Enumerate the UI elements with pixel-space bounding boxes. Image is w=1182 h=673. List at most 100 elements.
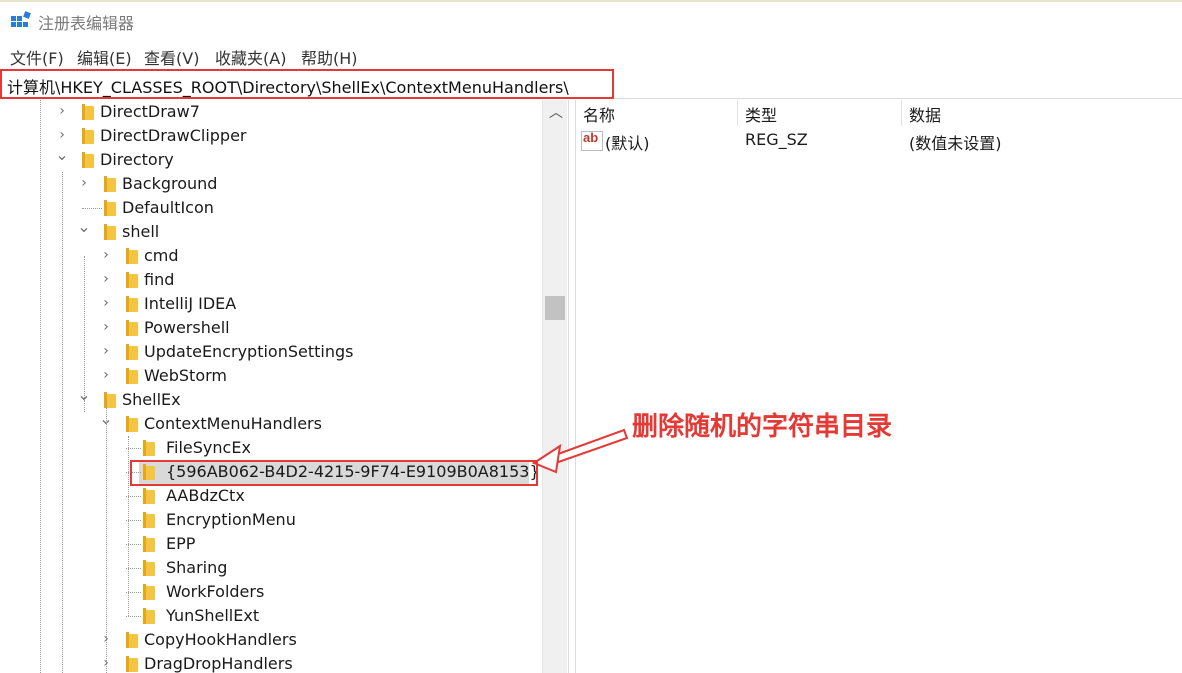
string-value-icon: ab (581, 130, 603, 151)
tree-item[interactable]: YunShellExt (0, 604, 542, 628)
tree-item-label: Directory (100, 150, 174, 169)
tree-item-label: EPP (166, 534, 196, 553)
tree-item-label: AABdzCtx (166, 486, 245, 505)
tree-item[interactable]: › Background (0, 172, 542, 196)
tree-item-label: Powershell (144, 318, 230, 337)
tree-scrollbar[interactable]: ︿ (542, 100, 567, 673)
folder-icon (104, 224, 117, 240)
folder-icon (126, 368, 139, 384)
tree-item[interactable]: › DirectDrawClipper (0, 124, 542, 148)
tree-item[interactable]: EncryptionMenu (0, 508, 542, 532)
address-separator (614, 98, 1182, 99)
tree-item-label: IntelliJ IDEA (144, 294, 237, 313)
folder-icon (126, 344, 139, 360)
tree-item-label: Sharing (166, 558, 228, 577)
selected-key-highlight (130, 460, 538, 486)
tree-item[interactable]: FileSyncEx (0, 436, 542, 460)
value-data: (数值未设置) (909, 134, 1002, 153)
tree-item[interactable]: WorkFolders (0, 580, 542, 604)
menu-help[interactable]: 帮助(H) (301, 45, 358, 69)
chevron-right-icon[interactable]: › (99, 319, 113, 335)
tree-guide-line (128, 436, 129, 616)
value-list[interactable]: 名称 类型 数据 ab (默认) REG_SZ (数值未设置) (575, 100, 1182, 673)
folder-icon (143, 440, 156, 456)
title-bar-top-line (0, 0, 1182, 2)
chevron-right-icon[interactable]: › (55, 103, 69, 119)
chevron-down-icon[interactable]: ⌄ (55, 147, 69, 163)
folder-icon (126, 416, 139, 432)
folder-icon (126, 320, 139, 336)
folder-icon (82, 128, 95, 144)
registry-key-tree[interactable]: › DirectDraw7 › DirectDrawClipper ⌄ Directory… (0, 100, 542, 673)
tree-connector (82, 208, 102, 209)
folder-icon (143, 584, 156, 600)
folder-icon (143, 608, 156, 624)
address-bar[interactable]: 计算机\HKEY_CLASSES_ROOT\Directory\ShellEx\… (0, 69, 614, 99)
column-data[interactable]: 数据 (909, 102, 941, 128)
tree-item[interactable]: ⌄ ContextMenuHandlers (0, 411, 542, 436)
tree-item-label: ShellEx (122, 390, 181, 409)
chevron-down-icon[interactable]: ⌄ (77, 219, 91, 235)
tree-guide-line (40, 100, 41, 673)
folder-icon (143, 536, 156, 552)
tree-item-label: YunShellExt (166, 606, 260, 625)
tree-item[interactable]: ⌄ Directory (0, 147, 542, 172)
column-type[interactable]: 类型 (745, 102, 777, 128)
tree-item[interactable]: Sharing (0, 556, 542, 580)
tree-item[interactable]: › find (0, 268, 542, 292)
tree-item[interactable]: ⌄ ShellEx (0, 387, 542, 412)
chevron-right-icon[interactable]: › (99, 247, 113, 263)
column-separator[interactable] (901, 100, 902, 126)
folder-icon (126, 296, 139, 312)
tree-item[interactable]: › CopyHookHandlers (0, 628, 542, 652)
chevron-right-icon[interactable]: › (55, 127, 69, 143)
tree-item[interactable]: › DirectDraw7 (0, 100, 542, 124)
menu-favorites[interactable]: 收藏夹(A) (215, 45, 286, 69)
folder-icon (104, 200, 117, 216)
folder-icon (126, 248, 139, 264)
tree-item-label: Background (122, 174, 218, 193)
tree-item[interactable]: › Powershell (0, 316, 542, 340)
menu-edit[interactable]: 编辑(E) (77, 45, 132, 69)
chevron-right-icon[interactable]: › (77, 175, 91, 191)
folder-icon (82, 104, 95, 120)
chevron-right-icon[interactable]: › (99, 271, 113, 287)
folder-icon (143, 488, 156, 504)
value-type: REG_SZ (745, 130, 808, 149)
tree-item-label: ContextMenuHandlers (144, 414, 322, 433)
registry-editor-icon (11, 11, 31, 27)
tree-guide-line (106, 400, 107, 673)
value-name: (默认) (605, 134, 650, 153)
tree-item[interactable]: AABdzCtx (0, 484, 542, 508)
tree-item[interactable]: › DragDropHandlers (0, 652, 542, 673)
column-separator[interactable] (737, 100, 738, 126)
tree-item[interactable]: ⌄ shell (0, 219, 542, 244)
tree-item-label: DefaultIcon (122, 198, 214, 217)
tree-item-label: FileSyncEx (166, 438, 251, 457)
tree-item[interactable]: EPP (0, 532, 542, 556)
menu-file[interactable]: 文件(F) (10, 45, 64, 69)
address-path: 计算机\HKEY_CLASSES_ROOT\Directory\ShellEx\… (7, 78, 569, 97)
folder-icon (126, 632, 139, 648)
chevron-right-icon[interactable]: › (99, 367, 113, 383)
tree-item-label: DirectDrawClipper (100, 126, 247, 145)
folder-icon (126, 272, 139, 288)
window-title: 注册表编辑器 (38, 14, 135, 33)
tree-item-label: WebStorm (144, 366, 227, 385)
tree-item-label: DragDropHandlers (144, 654, 293, 673)
tree-item[interactable]: › cmd (0, 244, 542, 268)
folder-icon (126, 656, 139, 672)
tree-item-label: shell (122, 222, 160, 241)
chevron-right-icon[interactable]: › (99, 343, 113, 359)
tree-item[interactable]: › IntelliJ IDEA (0, 292, 542, 316)
tree-item-label: UpdateEncryptionSettings (144, 342, 354, 361)
folder-icon (143, 512, 156, 528)
chevron-right-icon[interactable]: › (99, 295, 113, 311)
scroll-thumb[interactable] (545, 296, 565, 320)
folder-icon (82, 152, 95, 168)
scroll-up-icon[interactable]: ︿ (549, 102, 563, 122)
tree-item-label: find (144, 270, 175, 289)
menu-view[interactable]: 查看(V) (144, 45, 199, 69)
column-name[interactable]: 名称 (583, 102, 615, 128)
tree-item[interactable]: › UpdateEncryptionSettings (0, 340, 542, 364)
